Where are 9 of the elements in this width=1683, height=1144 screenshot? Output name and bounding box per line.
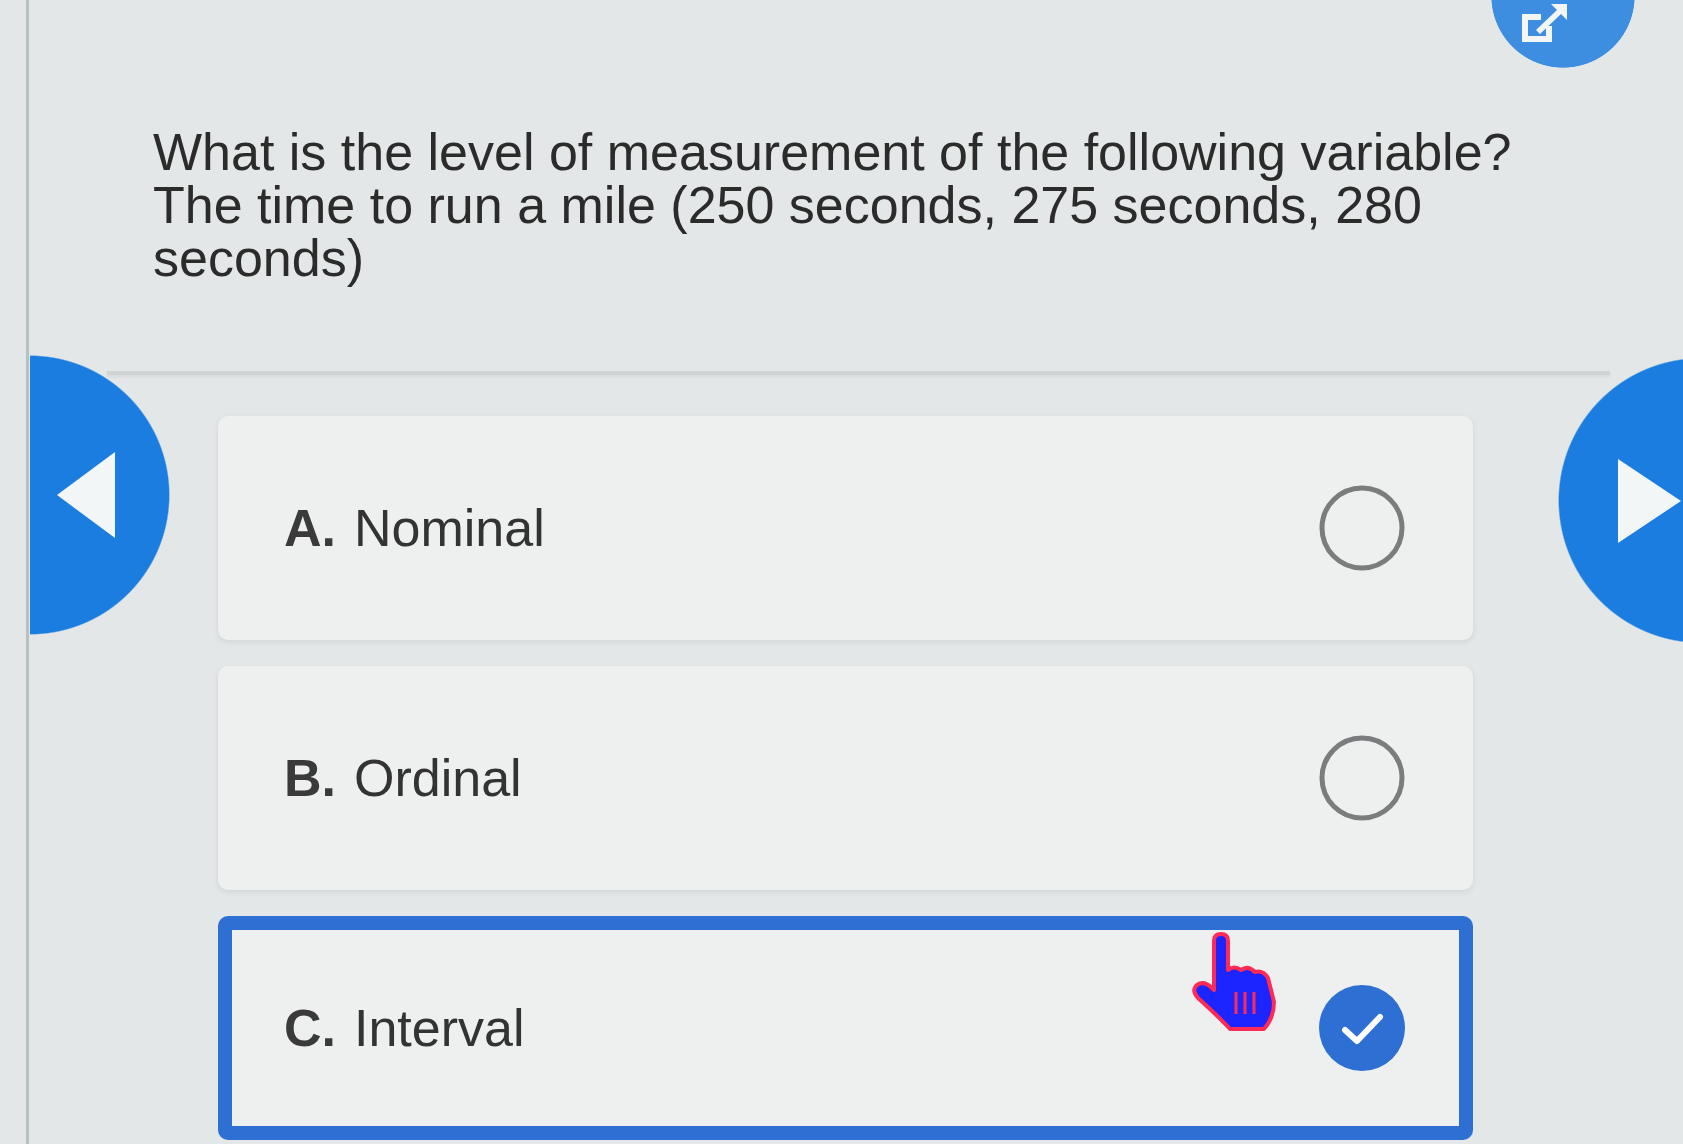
question-text: What is the level of measurement of the following variable? — [153, 126, 1513, 179]
checked-radio-icon[interactable] — [1319, 985, 1405, 1071]
left-triangle-icon — [57, 452, 115, 538]
radio-icon[interactable] — [1319, 485, 1405, 571]
radio-icon[interactable] — [1319, 735, 1405, 821]
answer-option[interactable]: C. Interval — [218, 916, 1473, 1140]
right-triangle-icon — [1618, 458, 1681, 543]
answer-option[interactable]: A. Nominal — [218, 416, 1473, 640]
answer-option[interactable]: B. Ordinal — [218, 666, 1473, 890]
